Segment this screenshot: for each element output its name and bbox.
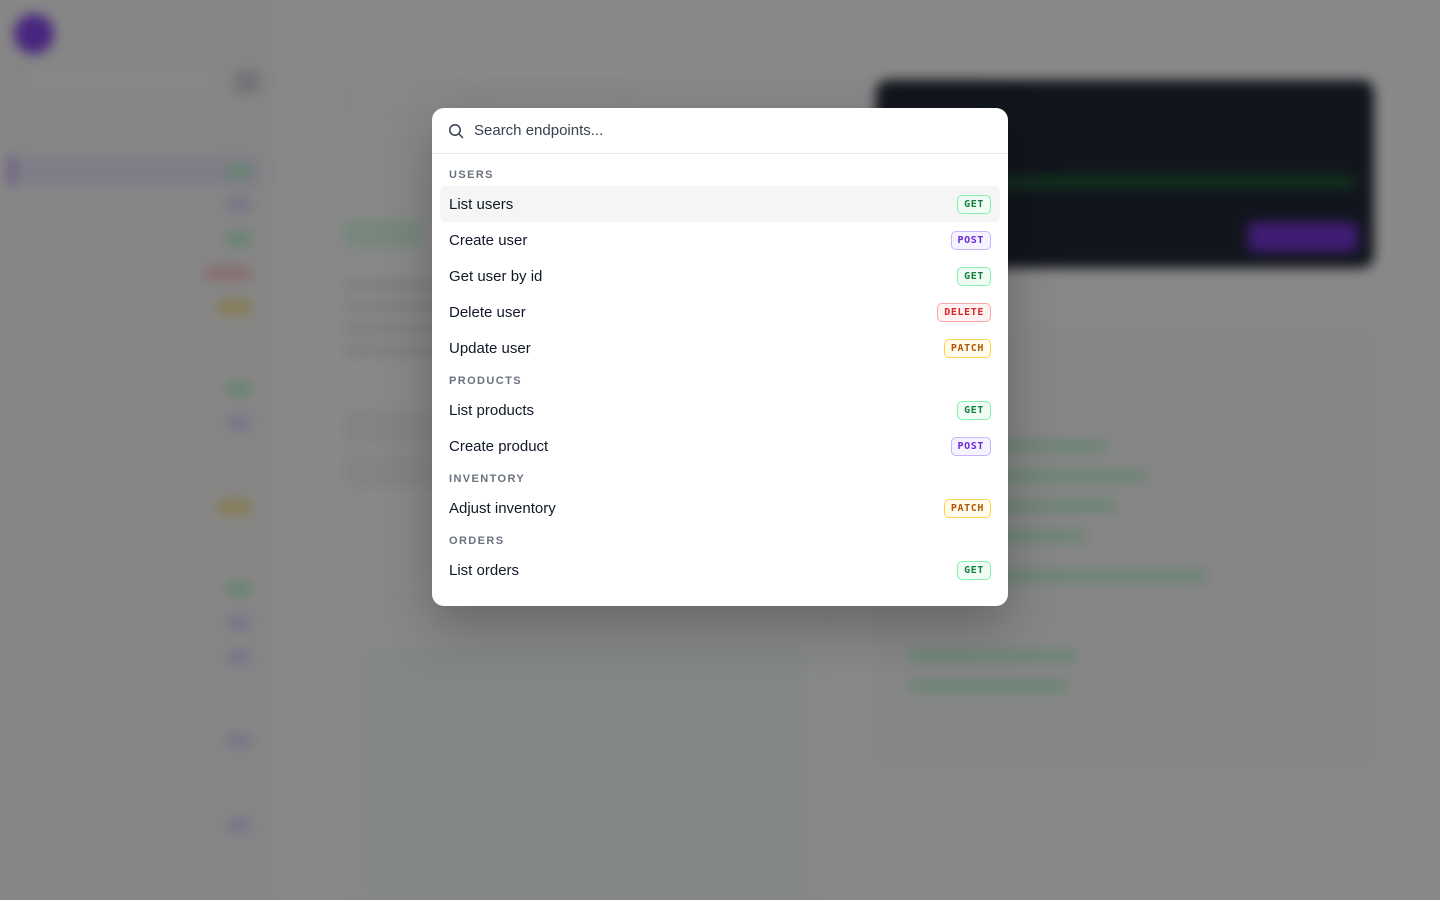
method-badge: PATCH [943, 338, 991, 358]
method-badge: GET [957, 194, 991, 214]
endpoint-label: Get user by id [449, 267, 543, 285]
method-badge: GET [957, 266, 991, 286]
method-badge: POST [950, 230, 991, 250]
endpoint-label: List orders [449, 561, 520, 579]
group-label-inventory: INVENTORY [449, 473, 526, 485]
command-palette: USERS List users GET Create user POST Get use… [432, 108, 1008, 606]
endpoint-search-input[interactable] [472, 121, 992, 140]
endpoint-item[interactable]: Create user POST [440, 222, 1000, 258]
endpoint-item[interactable]: List orders GET [440, 552, 1000, 588]
endpoint-item[interactable]: Get user by id GET [440, 258, 1000, 294]
endpoint-item[interactable]: Delete user DELETE [440, 294, 1000, 330]
method-badge: PATCH [943, 498, 991, 518]
group-label-products: PRODUCTS [449, 375, 522, 387]
method-badge: GET [957, 400, 991, 420]
endpoint-label: List products [449, 401, 535, 419]
endpoint-item[interactable]: Update user PATCH [440, 330, 1000, 366]
palette-search-bar [432, 108, 1008, 154]
group-label-users: USERS [449, 169, 494, 181]
search-icon [449, 123, 464, 138]
group-label-orders: ORDERS [449, 535, 505, 547]
endpoint-item[interactable]: List users GET [440, 186, 1000, 222]
method-badge: DELETE [937, 302, 991, 322]
endpoint-label: Create product [449, 437, 549, 455]
endpoint-label: List users [449, 195, 514, 213]
endpoint-label: Adjust inventory [449, 499, 556, 517]
endpoint-item[interactable]: Adjust inventory PATCH [440, 490, 1000, 526]
endpoint-label: Create user [449, 231, 528, 249]
endpoint-results-list: USERS List users GET Create user POST Get use… [432, 154, 1008, 588]
endpoint-label: Delete user [449, 303, 526, 321]
endpoint-item[interactable]: List products GET [440, 392, 1000, 428]
endpoint-label: Update user [449, 339, 531, 357]
method-badge: GET [957, 560, 991, 580]
endpoint-item[interactable]: Create product POST [440, 428, 1000, 464]
method-badge: POST [950, 436, 991, 456]
